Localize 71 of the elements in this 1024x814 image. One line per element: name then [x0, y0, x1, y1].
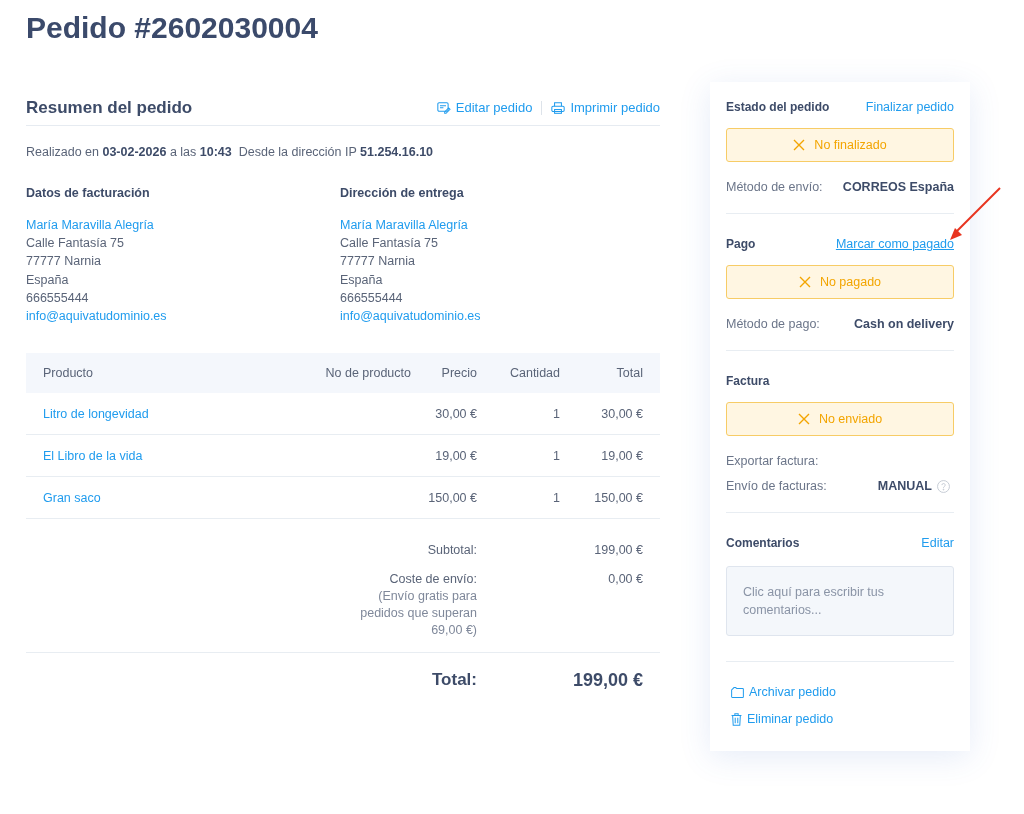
address-title: Datos de facturación: [26, 185, 150, 202]
help-icon[interactable]: [937, 479, 950, 493]
section-title: Resumen del pedido: [26, 98, 193, 118]
detail-value: CORREOS España: [842, 180, 954, 194]
total-cell: 150,00 €: [594, 490, 643, 505]
email-link[interactable]: info@aquivatudominio.es: [340, 307, 481, 326]
section-title: Pago: [726, 236, 756, 253]
quantity-cell: 1: [553, 448, 560, 463]
cross-icon: [798, 276, 811, 288]
address-line: España: [340, 271, 383, 289]
folder-icon: [731, 686, 744, 698]
status-label: No enviado: [818, 412, 883, 426]
total-label: Total:: [432, 670, 477, 691]
address-line: Calle Fantasía 75: [340, 235, 438, 253]
column-header: Producto: [43, 365, 94, 382]
section-action-link[interactable]: Editar: [921, 534, 954, 552]
section-title: Estado del pedido: [726, 99, 830, 116]
address-line: 666555444: [340, 289, 403, 307]
printer-icon: [551, 102, 566, 114]
subtotal-label: Subtotal:: [427, 542, 477, 560]
detail-label: Método de envío:: [726, 180, 823, 194]
order-placed-info: Realizado en 03-02-2026 a las 10:43 Desde la dirección IP 51.254.16.10: [26, 144, 435, 161]
status-label: No pagado: [819, 275, 882, 289]
address-line: 77777 Narnia: [340, 253, 416, 271]
status-label: No finalizado: [814, 138, 887, 152]
edit-icon: [436, 102, 451, 114]
column-header: Cantidad: [509, 365, 560, 382]
quantity-cell: 1: [553, 406, 560, 421]
page-title: Pedido #2602030004: [26, 10, 318, 45]
total-cell: 30,00 €: [601, 406, 643, 421]
cross-icon: [793, 139, 806, 151]
detail-label: Método de pago:: [726, 317, 820, 331]
shipping-value: 0,00 €: [608, 571, 643, 589]
price-cell: 19,00 €: [435, 448, 477, 463]
shipping-note: (Envío gratis para pedidos que superan 69,00 €): [359, 588, 477, 640]
detail-label: Envío de facturas:: [726, 479, 827, 493]
subtotal-value: 199,00 €: [594, 542, 643, 560]
product-link[interactable]: El Libro de la vida: [43, 448, 143, 463]
product-link[interactable]: Litro de longevidad: [43, 406, 149, 421]
customer-name-link[interactable]: María Maravilla Alegría: [340, 216, 468, 235]
price-cell: 30,00 €: [435, 406, 477, 421]
section-action-link[interactable]: Marcar como pagado: [835, 235, 954, 253]
cross-icon: [797, 413, 810, 425]
section-title: Comentarios: [726, 535, 800, 552]
total-value: 199,00 €: [572, 670, 643, 691]
product-link[interactable]: Gran saco: [43, 490, 101, 505]
total-cell: 19,00 €: [601, 448, 643, 463]
address-line: Calle Fantasía 75: [26, 235, 124, 253]
section-action-link[interactable]: Finalizar pedido: [865, 98, 954, 116]
trash-icon: [731, 712, 742, 726]
edit-order-link[interactable]: Editar pedido: [436, 99, 533, 117]
address-line: 77777 Narnia: [26, 253, 102, 271]
address-title: Dirección de entrega: [340, 185, 464, 202]
customer-name-link[interactable]: María Maravilla Alegría: [26, 216, 154, 235]
shipping-label: Coste de envío:: [389, 571, 477, 589]
column-header: Precio: [441, 365, 477, 382]
archive-order-link[interactable]: Archivar pedido: [731, 683, 836, 701]
section-title: Factura: [726, 373, 770, 390]
quantity-cell: 1: [553, 490, 560, 505]
column-header: No de producto: [325, 365, 411, 382]
print-order-link[interactable]: Imprimir pedido: [551, 99, 660, 117]
detail-value: MANUAL: [877, 479, 932, 493]
detail-label: Exportar factura:: [726, 454, 819, 468]
address-line: 666555444: [26, 289, 89, 307]
comments-field[interactable]: Clic aquí para escribir tus comentarios...: [726, 566, 954, 636]
price-cell: 150,00 €: [428, 490, 477, 505]
detail-value: Cash on delivery: [853, 317, 954, 331]
column-header: Total: [616, 365, 643, 382]
delete-order-link[interactable]: Eliminar pedido: [731, 710, 834, 728]
address-line: España: [26, 271, 69, 289]
email-link[interactable]: info@aquivatudominio.es: [26, 307, 167, 326]
